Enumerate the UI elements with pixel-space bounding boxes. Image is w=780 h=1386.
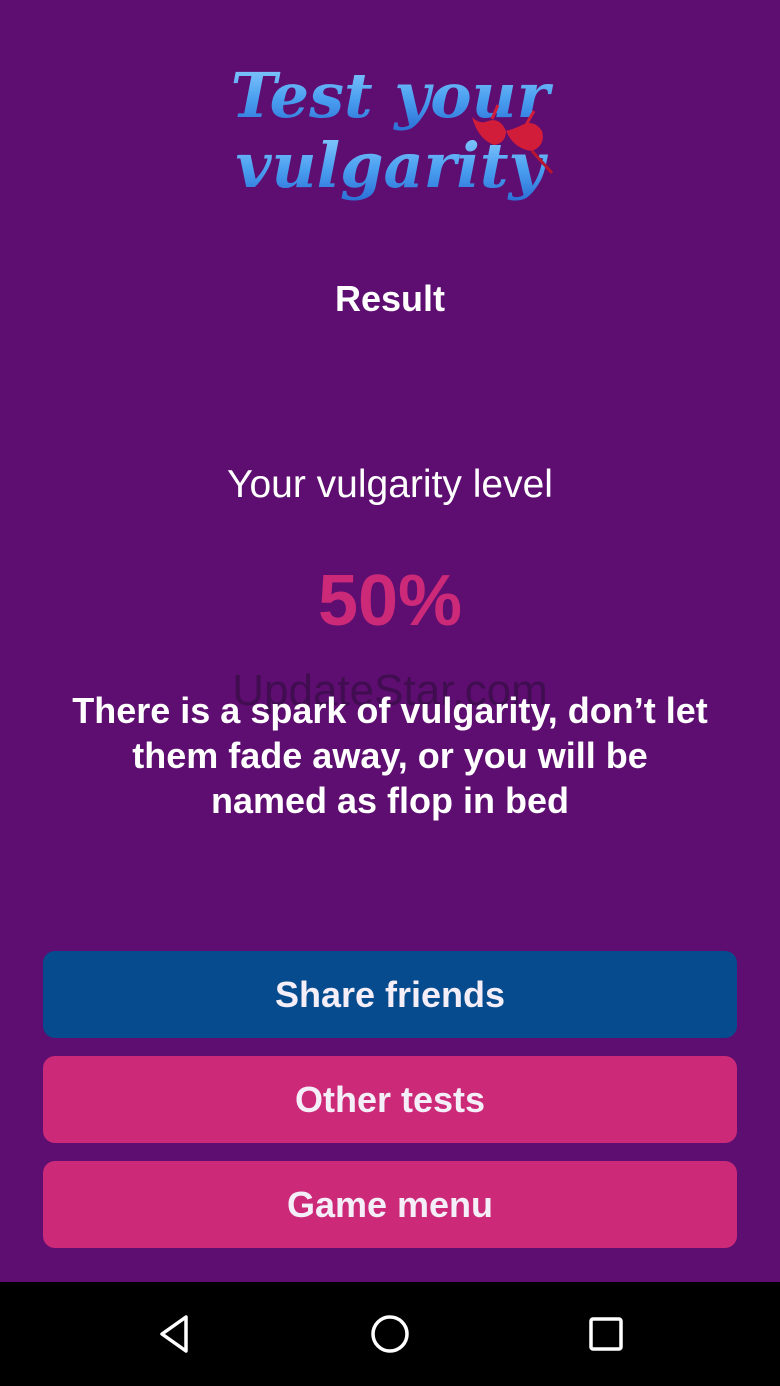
share-friends-button[interactable]: Share friends xyxy=(43,951,737,1038)
game-menu-button[interactable]: Game menu xyxy=(43,1161,737,1248)
app-screen: Test your vulgarity Result Your vulgarit… xyxy=(0,0,780,1282)
result-description: There is a spark of vulgarity, don’t let… xyxy=(72,690,708,821)
logo-line-1: Test your xyxy=(231,59,554,132)
back-button[interactable] xyxy=(146,1306,202,1362)
recents-button[interactable] xyxy=(578,1306,634,1362)
vulgarity-level-value: 50% xyxy=(317,561,463,641)
app-logo: Test your vulgarity xyxy=(180,55,600,215)
other-tests-button[interactable]: Other tests xyxy=(43,1056,737,1143)
recents-square-icon xyxy=(589,1317,623,1351)
page-title: Result xyxy=(334,278,446,319)
logo-graphic: Test your vulgarity xyxy=(231,59,554,202)
vulgarity-level-label: Your vulgarity level xyxy=(227,463,553,506)
home-button[interactable] xyxy=(362,1306,418,1362)
back-triangle-icon xyxy=(160,1315,188,1353)
home-circle-icon xyxy=(371,1315,409,1353)
system-navigation-bar xyxy=(0,1282,780,1386)
